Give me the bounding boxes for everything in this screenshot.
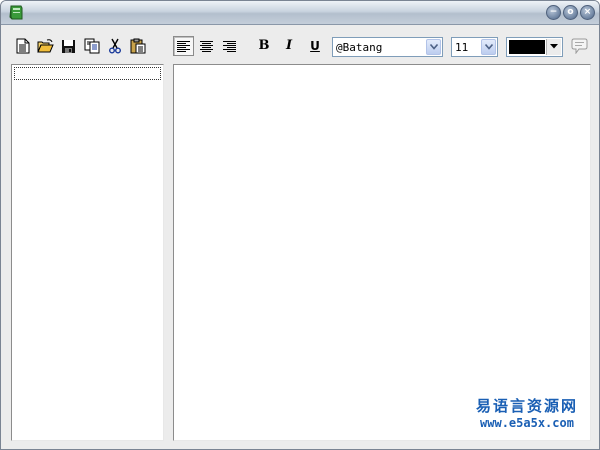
text-color-swatch	[509, 40, 545, 54]
paste-icon	[130, 38, 145, 54]
new-document-button[interactable]	[12, 36, 33, 56]
watermark: 易语言资源网 www.e5a5x.com	[476, 395, 578, 430]
document-tree-panel[interactable]	[11, 64, 164, 441]
chevron-down-icon	[485, 44, 493, 50]
font-size-dropdown-button[interactable]	[481, 39, 496, 55]
title-bar[interactable]: − o ×	[1, 1, 599, 25]
align-right-button[interactable]	[219, 36, 240, 56]
font-size-select[interactable]: 11	[451, 37, 498, 57]
new-document-icon	[16, 38, 29, 54]
italic-button[interactable]: I	[280, 36, 298, 56]
underline-button[interactable]: U	[306, 36, 324, 56]
rich-text-editor[interactable]: 易语言资源网 www.e5a5x.com	[173, 64, 591, 441]
caret-down-icon	[550, 44, 558, 49]
cut-icon	[108, 38, 121, 54]
bold-button[interactable]: B	[255, 36, 273, 56]
cut-button[interactable]	[104, 36, 125, 56]
open-folder-button[interactable]	[35, 36, 56, 56]
green-book-icon[interactable]	[7, 4, 25, 22]
align-left-icon	[177, 40, 190, 52]
align-center-icon	[200, 40, 213, 52]
app-window: − o × B I U @Batang 11 易语言资源网 www.e5a5x.…	[0, 0, 600, 450]
align-left-button[interactable]	[173, 36, 194, 56]
minimize-button[interactable]: −	[546, 5, 561, 20]
chevron-down-icon	[430, 44, 438, 50]
close-button[interactable]: ×	[580, 5, 595, 20]
align-center-button[interactable]	[196, 36, 217, 56]
toolbar: B I U @Batang 11	[1, 26, 599, 62]
watermark-site-name: 易语言资源网	[475, 397, 578, 415]
text-color-dropdown-button[interactable]	[546, 39, 561, 55]
font-name-value: @Batang	[336, 41, 383, 54]
speech-bubble-icon	[571, 38, 588, 54]
maximize-button[interactable]: o	[563, 5, 578, 20]
comment-button[interactable]	[569, 36, 590, 56]
font-name-select[interactable]: @Batang	[332, 37, 443, 57]
save-icon	[62, 39, 75, 53]
font-name-dropdown-button[interactable]	[426, 39, 441, 55]
align-right-icon	[223, 40, 236, 52]
copy-button[interactable]	[81, 36, 102, 56]
open-folder-icon	[37, 38, 54, 52]
save-button[interactable]	[58, 36, 79, 56]
watermark-url: www.e5a5x.com	[480, 416, 574, 430]
text-color-select[interactable]	[506, 37, 563, 57]
tree-focus-item[interactable]	[14, 67, 161, 80]
copy-icon	[84, 38, 99, 54]
paste-button[interactable]	[127, 36, 148, 56]
font-size-value: 11	[455, 41, 469, 54]
